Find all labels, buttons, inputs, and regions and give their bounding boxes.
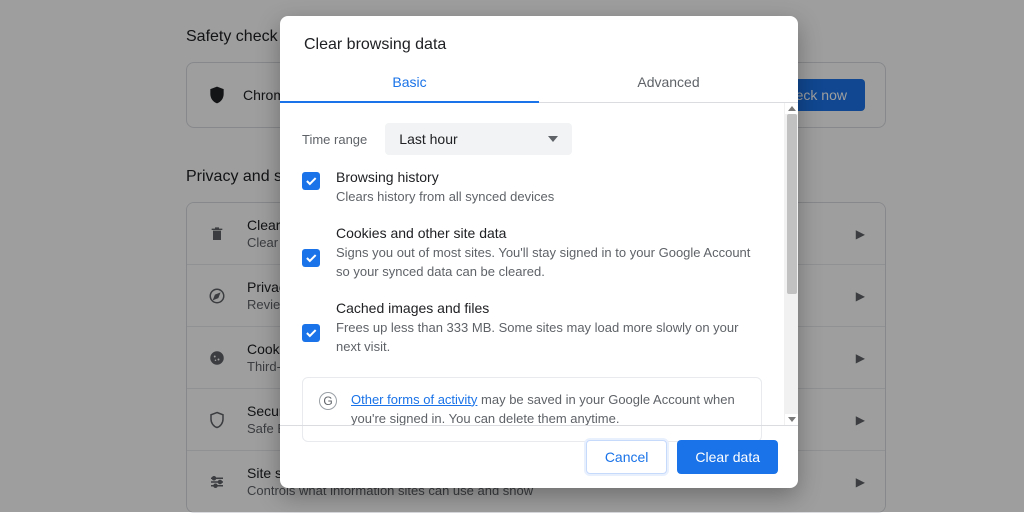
- scroll-thumb[interactable]: [787, 114, 797, 294]
- option-browsing-history: Browsing history Clears history from all …: [302, 171, 762, 207]
- option-sub: Signs you out of most sites. You'll stay…: [336, 243, 762, 282]
- dialog-footer: Cancel Clear data: [280, 426, 798, 488]
- other-activity-link[interactable]: Other forms of activity: [351, 392, 477, 407]
- option-title: Cookies and other site data: [336, 225, 762, 241]
- option-cookies: Cookies and other site data Signs you out…: [302, 227, 762, 282]
- time-range-label: Time range: [302, 132, 367, 147]
- option-sub: Frees up less than 333 MB. Some sites ma…: [336, 318, 762, 357]
- clear-data-button[interactable]: Clear data: [677, 440, 778, 474]
- tab-basic[interactable]: Basic: [280, 60, 539, 102]
- scrollbar[interactable]: [784, 103, 798, 425]
- clear-browsing-data-dialog: Clear browsing data Basic Advanced Time …: [280, 16, 798, 488]
- scroll-down-icon[interactable]: [788, 417, 796, 422]
- option-title: Browsing history: [336, 169, 554, 185]
- checkbox-browsing-history[interactable]: [302, 172, 320, 190]
- option-sub: Clears history from all synced devices: [336, 187, 554, 207]
- option-cache: Cached images and files Frees up less tha…: [302, 302, 762, 357]
- dialog-tabs: Basic Advanced: [280, 60, 798, 103]
- tab-advanced[interactable]: Advanced: [539, 60, 798, 102]
- google-icon: G: [319, 392, 337, 410]
- time-range-value: Last hour: [399, 131, 457, 147]
- dropdown-icon: [548, 136, 558, 142]
- scroll-track[interactable]: [785, 114, 799, 414]
- dialog-title: Clear browsing data: [280, 16, 798, 60]
- checkbox-cache[interactable]: [302, 324, 320, 342]
- checkbox-cookies[interactable]: [302, 249, 320, 267]
- time-range-select[interactable]: Last hour: [385, 123, 571, 155]
- dialog-scroll-area: Time range Last hour Browsing history Cle…: [280, 103, 784, 425]
- cancel-button[interactable]: Cancel: [586, 440, 668, 474]
- scroll-up-icon[interactable]: [788, 106, 796, 111]
- option-title: Cached images and files: [336, 300, 762, 316]
